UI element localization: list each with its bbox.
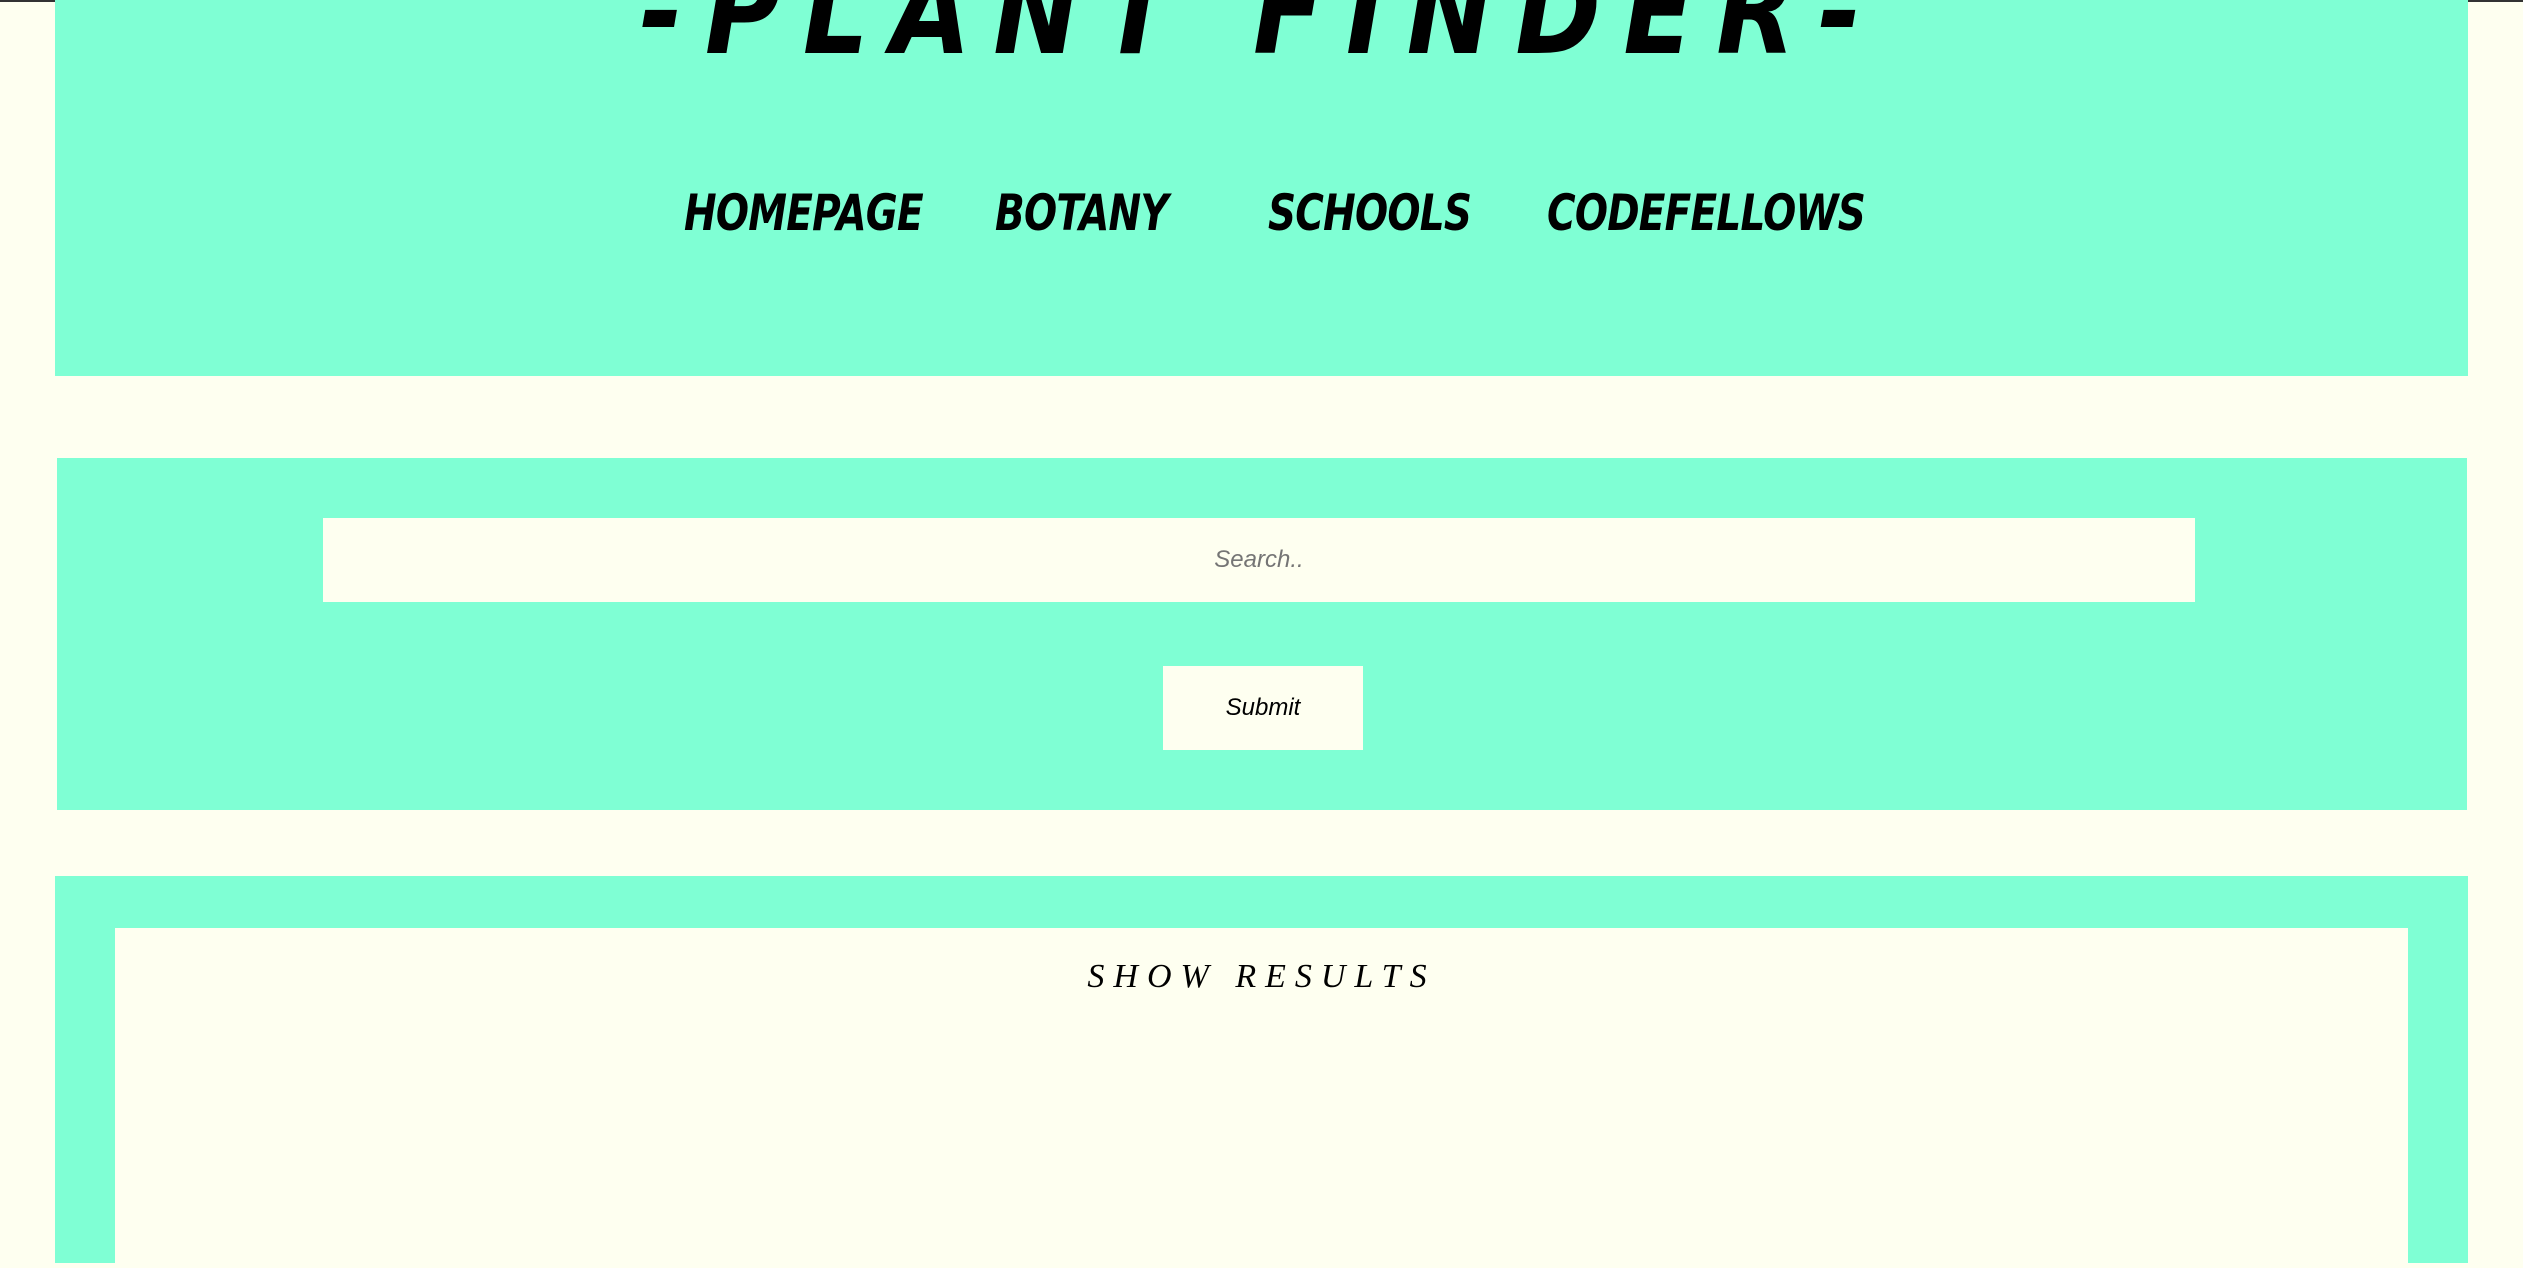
search-panel: Submit <box>57 458 2467 810</box>
submit-button[interactable]: Submit <box>1163 666 1363 750</box>
results-heading: SHOW RESULTS <box>1087 958 1436 995</box>
nav-link-homepage[interactable]: HOMEPAGE <box>684 178 924 248</box>
main-nav: HOMEPAGE BOTANY SCHOOLS CODEFELLOWS <box>55 178 2468 248</box>
search-input[interactable] <box>323 518 2195 602</box>
results-panel: SHOW RESULTS <box>55 876 2468 1268</box>
site-header: -PLANT FINDER- HOMEPAGE BOTANY SCHOOLS C… <box>55 0 2468 376</box>
nav-link-botany[interactable]: BOTANY <box>995 178 1169 248</box>
site-title: -PLANT FINDER- <box>639 0 1884 82</box>
results-container: SHOW RESULTS <box>115 928 2408 1268</box>
nav-link-schools[interactable]: SCHOOLS <box>1268 178 1472 248</box>
nav-link-codefellows[interactable]: CODEFELLOWS <box>1547 178 1866 248</box>
